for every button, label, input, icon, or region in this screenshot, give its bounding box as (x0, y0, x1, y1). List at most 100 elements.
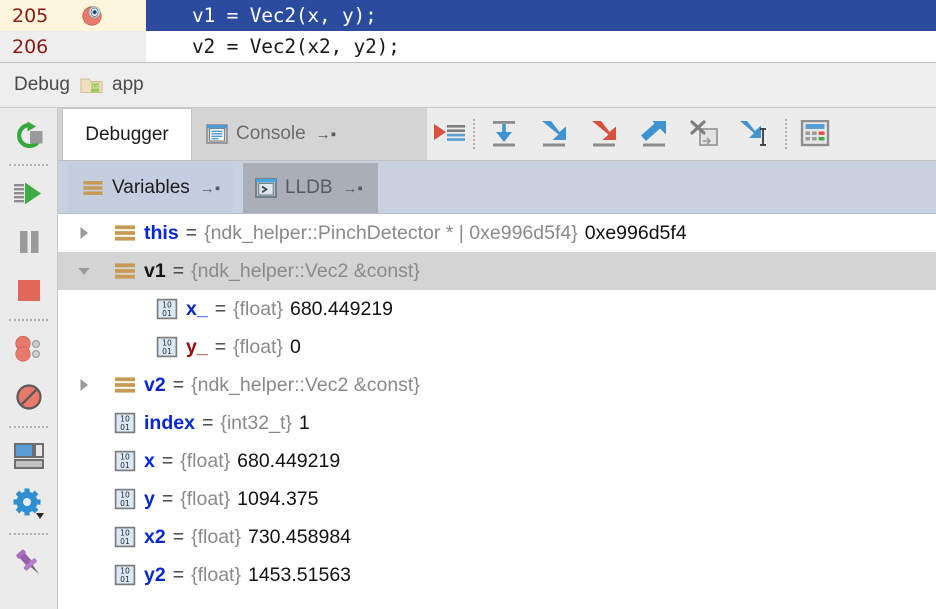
object-icon (114, 374, 136, 396)
drop-frame-icon (687, 119, 721, 149)
mute-breakpoints-button[interactable] (0, 375, 57, 419)
view-breakpoints-button[interactable] (0, 327, 57, 371)
variable-text: v2={ndk_helper::Vec2 &const} (58, 366, 420, 404)
subtab-variables[interactable]: Variables →▪ (68, 163, 233, 213)
variables-tree[interactable]: this={ndk_helper::PinchDetector * | 0xe9… (58, 214, 936, 609)
variable-type: {ndk_helper::Vec2 &const} (191, 260, 420, 282)
variable-name: x (144, 450, 155, 472)
rerun-button[interactable] (0, 114, 57, 158)
rerun-icon (13, 121, 45, 151)
debugger-subtab-bar: Variables →▪ LLDB →▪ (58, 161, 936, 214)
debugger-window: 205 v1 = Vec2(x, y); 206 v2 = Vec2(x2, y… (0, 0, 936, 609)
calculator-icon (800, 120, 832, 148)
editor-line-206[interactable]: 206 v2 = Vec2(x2, y2); (0, 31, 936, 62)
variable-text: this={ndk_helper::PinchDetector * | 0xe9… (58, 214, 687, 252)
editor-code-cell-205[interactable]: v1 = Vec2(x, y); (146, 0, 936, 31)
equals-sign: = (166, 564, 191, 586)
svg-text:01: 01 (120, 537, 130, 546)
equals-sign: = (166, 374, 191, 396)
variable-type: {float} (191, 564, 241, 586)
editor-gutter-205[interactable]: 205 (0, 0, 146, 31)
variable-type: {ndk_helper::Vec2 &const} (191, 374, 420, 396)
tab-console-label: Console (236, 123, 306, 145)
variable-type: {int32_t} (220, 412, 292, 434)
variable-row[interactable]: 10 01 index={int32_t}1 (58, 404, 936, 442)
svg-text:01: 01 (162, 347, 172, 356)
stop-button[interactable] (0, 268, 57, 312)
subtab-lldb-detach-icon[interactable]: →▪ (343, 181, 363, 196)
chevron-right-icon[interactable] (74, 366, 94, 404)
tab-console[interactable]: Console →▪ (192, 108, 425, 160)
subtab-lldb[interactable]: LLDB →▪ (243, 163, 378, 213)
variable-value: 0xe996d5f4 (578, 222, 687, 244)
view-breakpoints-icon (13, 334, 45, 364)
step-over-icon (487, 119, 521, 149)
variable-text: y2={float}1453.51563 (58, 556, 351, 594)
svg-text:01: 01 (120, 575, 130, 584)
editor-code-cell-206[interactable]: v2 = Vec2(x2, y2); (146, 31, 936, 62)
breakpoint-eye-icon[interactable] (82, 5, 103, 26)
variable-value: 1094.375 (230, 488, 318, 510)
variable-row[interactable]: 10 01 x2={float}730.458984 (58, 518, 936, 556)
code-text: v2 = Vec2(x2, y2); (146, 35, 400, 58)
primitive-icon: 10 01 (156, 336, 178, 358)
variable-row[interactable]: 10 01 x={float}680.449219 (58, 442, 936, 480)
variable-name: index (144, 412, 195, 434)
object-icon (82, 178, 104, 198)
tab-debugger-label: Debugger (85, 124, 168, 146)
step-over-button[interactable] (485, 116, 523, 152)
step-out-button[interactable] (635, 116, 673, 152)
subtab-variables-detach-icon[interactable]: →▪ (200, 181, 220, 196)
svg-text:01: 01 (120, 461, 130, 470)
debug-side-toolbar (0, 108, 58, 609)
chevron-right-icon[interactable] (74, 214, 94, 252)
editor-gutter-206[interactable]: 206 (0, 31, 146, 62)
pin-tab-button[interactable] (0, 541, 57, 585)
variable-row[interactable]: 10 01 y2={float}1453.51563 (58, 556, 936, 594)
primitive-icon: 10 01 (114, 412, 136, 434)
svg-text:01: 01 (162, 309, 172, 318)
console-icon (206, 124, 228, 144)
stop-icon (14, 275, 44, 305)
layout-settings-button[interactable] (0, 434, 57, 478)
pause-button[interactable] (0, 220, 57, 264)
variable-row[interactable]: 10 01 x_={float}680.449219 (58, 290, 936, 328)
chevron-down-icon[interactable] (74, 252, 94, 290)
debugger-tab-bar: Debugger Con (58, 108, 936, 161)
variable-text: x={float}680.449219 (58, 442, 340, 480)
show-execution-point-icon (432, 119, 468, 149)
step-into-button[interactable] (535, 116, 573, 152)
variable-name: y2 (144, 564, 166, 586)
variable-row[interactable]: 10 01 y_={float}0 (58, 328, 936, 366)
force-step-into-button[interactable] (585, 116, 623, 152)
svg-text:01: 01 (120, 499, 130, 508)
variable-type: {float} (180, 488, 230, 510)
terminal-icon (255, 178, 277, 198)
editor-line-205[interactable]: 205 v1 = Vec2(x, y); (0, 0, 936, 31)
variable-value: 1453.51563 (241, 564, 351, 586)
debugger-main-panel: Debugger Con (58, 108, 936, 609)
pause-icon (14, 227, 44, 257)
evaluate-expression-button[interactable] (797, 116, 835, 152)
variable-text: x_={float}680.449219 (58, 290, 393, 328)
show-execution-point-button[interactable] (431, 116, 469, 152)
resume-button[interactable] (0, 172, 57, 216)
equals-sign: = (166, 260, 191, 282)
toolbar-separator (473, 119, 476, 149)
tab-debugger[interactable]: Debugger (62, 108, 192, 160)
force-step-into-icon (587, 119, 621, 149)
subtab-lldb-label: LLDB (285, 177, 333, 199)
toolbar-separator (9, 164, 48, 167)
variable-text: v1={ndk_helper::Vec2 &const} (58, 252, 420, 290)
toolbar-separator (9, 426, 48, 429)
drop-frame-button[interactable] (685, 116, 723, 152)
variable-row[interactable]: v2={ndk_helper::Vec2 &const} (58, 366, 936, 404)
primitive-icon: 10 01 (114, 564, 136, 586)
variable-row[interactable]: 10 01 y={float}1094.375 (58, 480, 936, 518)
variable-row[interactable]: this={ndk_helper::PinchDetector * | 0xe9… (58, 214, 936, 252)
run-to-cursor-button[interactable] (735, 116, 773, 152)
tab-console-detach-icon[interactable]: →▪ (316, 127, 336, 142)
settings-button[interactable] (0, 482, 57, 526)
layout-icon (13, 442, 45, 470)
variable-row[interactable]: v1={ndk_helper::Vec2 &const} (58, 252, 936, 290)
